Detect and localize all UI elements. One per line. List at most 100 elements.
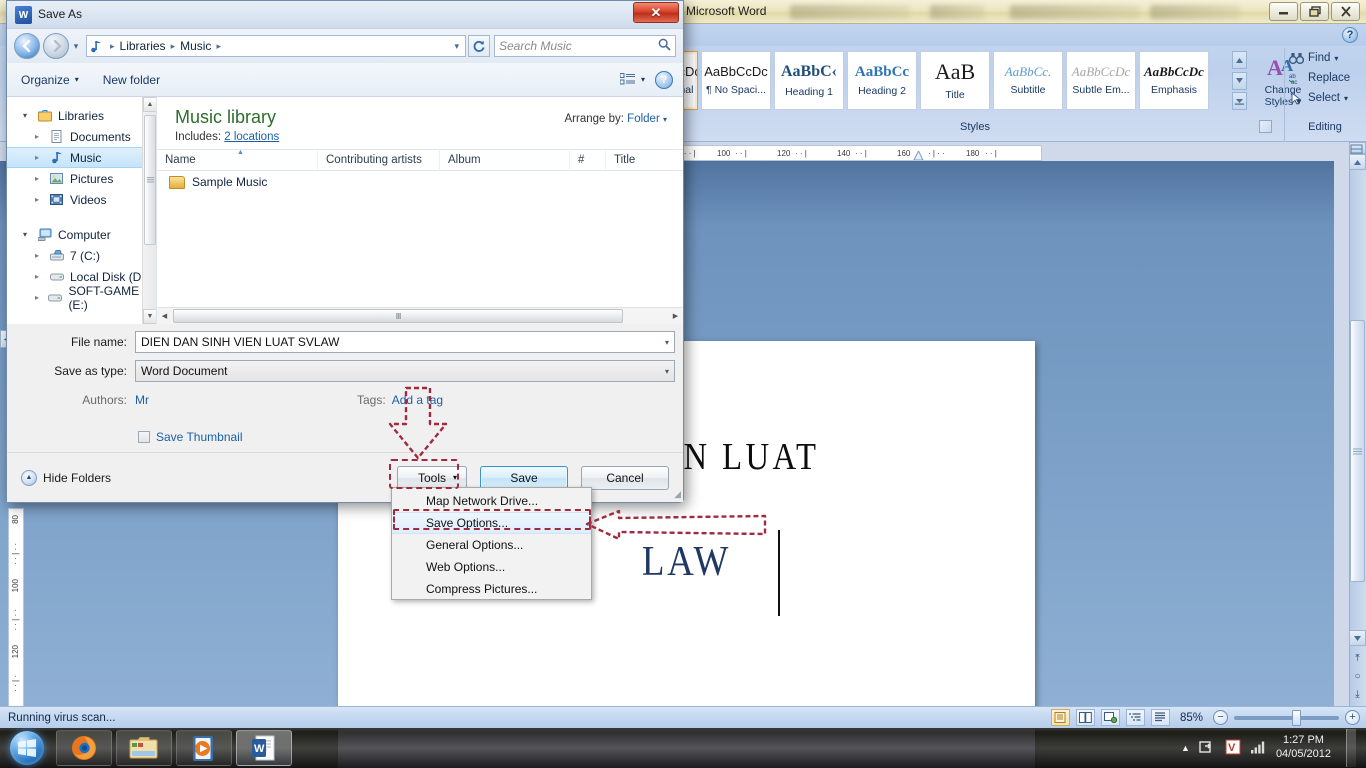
chevron-down-icon[interactable]: ▾ [641,75,645,84]
menu-item-general-options[interactable]: General Options... [392,534,591,556]
tools-button[interactable]: Tools ▾ [397,465,467,490]
nav-group-libraries[interactable]: ▾ Libraries [7,105,156,126]
back-button[interactable] [14,33,40,59]
close-icon[interactable]: ✕ [633,2,679,23]
print-layout-view-button[interactable] [1050,709,1070,726]
select-browse-object-icon[interactable]: ○ [1350,668,1365,684]
hide-folders-button[interactable]: ▲ Hide Folders [21,469,111,486]
save-as-dialog[interactable]: W Save As ✕ ▾ ▸ Libraries ▸ Music ▸ ▾ Se… [6,0,684,503]
more-styles-icon[interactable] [1232,92,1247,110]
select-button[interactable]: Select ▾ [1285,88,1364,108]
menu-item-web-options[interactable]: Web Options... [392,556,591,578]
breadcrumb-separator[interactable]: ▸ [213,41,224,52]
next-page-icon[interactable]: ⤓ [1350,686,1365,702]
expand-arrow-icon[interactable]: ▸ [35,195,44,204]
recent-locations-icon[interactable]: ▾ [69,41,83,52]
style-tile-heading-2[interactable]: AaBbCc Heading 2 [847,51,917,110]
zoom-slider-handle[interactable] [1292,709,1301,726]
find-button[interactable]: Find ▾ [1285,48,1364,68]
scrollbar-thumb[interactable]: ‖‖ [173,309,623,323]
search-input[interactable]: Search Music [494,35,676,57]
search-icon[interactable] [658,38,671,54]
chevron-down-icon[interactable]: ▾ [454,41,462,52]
file-list-horizontal-scrollbar[interactable]: ◀ ‖‖ ▶ [157,307,683,324]
show-hidden-icons-button[interactable]: ▲ [1181,743,1190,753]
help-icon[interactable]: ? [1342,27,1358,43]
chevron-down-icon[interactable]: ▾ [665,338,669,347]
column-header-title[interactable]: Title [605,149,665,171]
scroll-up-icon[interactable]: ▲ [143,97,156,112]
save-thumbnail-checkbox[interactable] [138,431,150,443]
restore-icon[interactable] [1300,2,1329,21]
change-view-icon[interactable] [619,72,637,87]
navigation-pane[interactable]: ▾ Libraries ▸ Documents ▸ Music ▸ Pictur… [7,97,157,324]
replace-button[interactable]: ab ac Replace [1285,68,1364,88]
vertical-ruler[interactable]: 80 · · | · · 100 · · | · · 120 · · | · [8,508,24,708]
add-a-tag-link[interactable]: Add a tag [392,393,443,407]
minimize-icon[interactable] [1269,2,1298,21]
antivirus-icon[interactable]: V [1225,739,1241,758]
scrollbar-thumb[interactable] [1350,320,1365,582]
style-tile-emphasis[interactable]: AaBbCcDc Emphasis [1139,51,1209,110]
arrange-by-control[interactable]: Arrange by: Folder ▾ [565,113,667,125]
sidebar-item-videos[interactable]: ▸ Videos [7,189,156,210]
save-as-titlebar[interactable]: W Save As ✕ [7,1,683,29]
sidebar-item-drive-c[interactable]: ▸ 7 (C:) [7,245,156,266]
full-screen-reading-view-button[interactable] [1075,709,1095,726]
save-button[interactable]: Save [480,465,568,490]
style-tile-heading-1[interactable]: AaBbC‹ Heading 1 [774,51,844,110]
includes-locations-link[interactable]: 2 locations [224,131,279,143]
clock[interactable]: 1:27 PM 04/05/2012 [1276,734,1331,762]
organize-button[interactable]: Organize ▾ [21,73,79,87]
sidebar-item-drive-e[interactable]: ▸ SOFT-GAME (E:) [7,284,156,312]
taskbar-item-explorer[interactable] [116,730,172,766]
menu-item-map-network-drive[interactable]: Map Network Drive... [392,490,591,512]
word-vertical-scrollbar[interactable]: ⤒ ○ ⤓ [1349,142,1366,706]
breadcrumb-music[interactable]: Music [178,39,213,53]
authors-value[interactable]: Mr [135,393,149,407]
styles-dialog-launcher-icon[interactable] [1259,120,1272,133]
tools-dropdown-menu[interactable]: Map Network Drive... Save Options... Gen… [391,487,592,600]
column-header-contributing-artists[interactable]: Contributing artists [317,149,439,171]
expand-arrow-icon[interactable]: ▸ [35,251,44,260]
outline-view-button[interactable] [1125,709,1145,726]
zoom-slider[interactable] [1234,709,1339,726]
sidebar-item-pictures[interactable]: ▸ Pictures [7,168,156,189]
chevron-down-icon[interactable]: ▾ [1334,54,1338,63]
new-folder-button[interactable]: New folder [103,73,160,87]
style-tile-title[interactable]: AaB Title [920,51,990,110]
column-header-album[interactable]: Album [439,149,569,171]
save-as-type-select[interactable]: Word Document ▾ [135,360,675,382]
taskbar-item-media-player[interactable] [176,730,232,766]
horizontal-ruler[interactable]: · · · | 100 · · | 120 · · | 140 · · | 16… [672,145,1042,161]
start-button[interactable] [2,729,52,767]
table-row[interactable]: Sample Music [157,171,683,193]
zoom-level-label[interactable]: 85% [1180,712,1203,724]
file-list-pane[interactable]: Music library Includes: 2 locations Arra… [157,97,683,324]
scroll-down-icon[interactable]: ▼ [143,309,156,324]
expand-arrow-icon[interactable]: ▸ [35,132,44,141]
scroll-left-icon[interactable]: ◀ [157,309,172,324]
split-window-icon[interactable] [1349,142,1366,154]
chevron-down-icon[interactable]: ▾ [1344,94,1348,103]
forward-button[interactable] [43,33,69,59]
expand-arrow-icon[interactable]: ▾ [23,230,32,239]
scroll-up-icon[interactable] [1349,154,1366,170]
unknown-tray-icon[interactable] [1199,739,1216,758]
web-layout-view-button[interactable] [1100,709,1120,726]
nav-group-computer[interactable]: ▾ Computer [7,224,156,245]
resize-grip-icon[interactable]: ◢ [674,489,681,500]
scroll-down-icon[interactable] [1232,71,1247,90]
menu-item-compress-pictures[interactable]: Compress Pictures... [392,578,591,600]
sidebar-item-documents[interactable]: ▸ Documents [7,126,156,147]
breadcrumb-libraries[interactable]: Libraries [118,39,168,53]
arrange-by-value[interactable]: Folder [627,113,660,125]
close-icon[interactable] [1331,2,1360,21]
network-icon[interactable] [1250,740,1267,757]
expand-arrow-icon[interactable]: ▸ [35,174,44,183]
zoom-in-button[interactable]: + [1345,710,1360,725]
scrollbar-thumb[interactable] [144,115,156,245]
menu-item-save-options[interactable]: Save Options... [392,512,591,534]
column-header-track[interactable]: # [569,149,605,171]
file-name-input[interactable]: DIEN DAN SINH VIEN LUAT SVLAW ▾ [135,331,675,353]
